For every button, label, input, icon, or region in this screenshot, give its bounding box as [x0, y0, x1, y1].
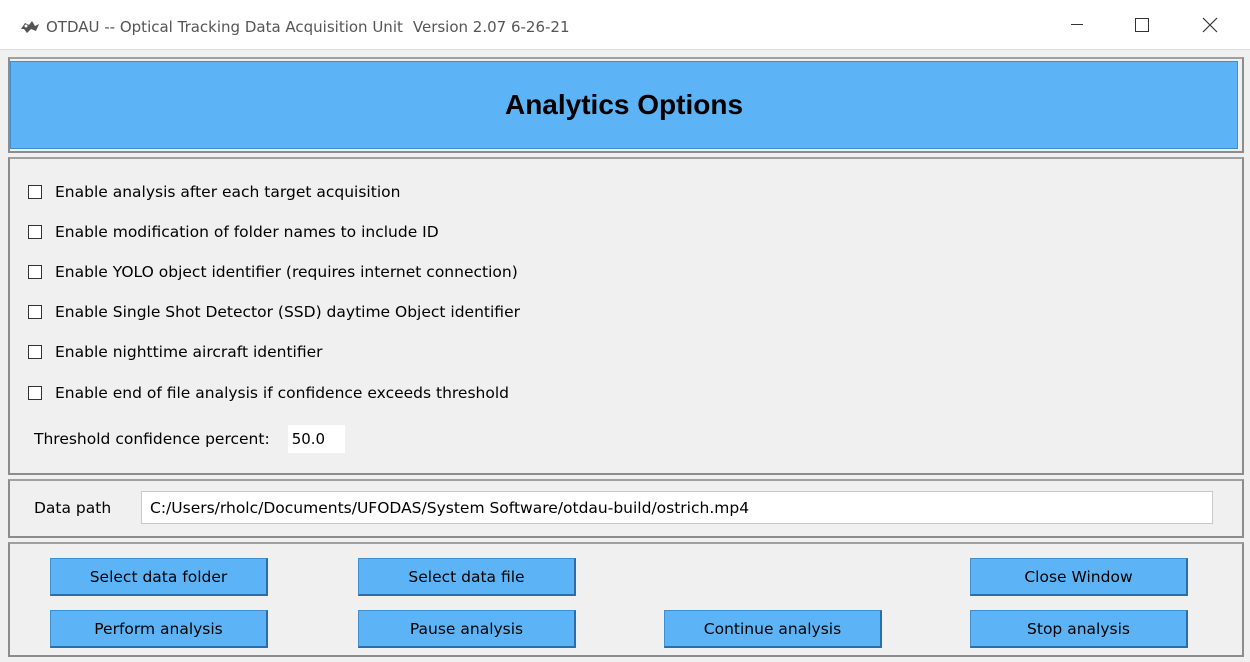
checkbox[interactable]: [28, 265, 42, 279]
checkbox[interactable]: [28, 386, 42, 400]
option-label: Enable Single Shot Detector (SSD) daytim…: [55, 303, 520, 321]
option-label: Enable nighttime aircraft identifier: [55, 343, 323, 361]
checkbox[interactable]: [28, 225, 42, 239]
window-version: Version 2.07 6-26-21: [412, 18, 570, 36]
close-icon: [1202, 17, 1218, 33]
header-banner: Analytics Options: [10, 61, 1238, 149]
app-icon: [20, 20, 40, 34]
minimize-icon: [1071, 24, 1083, 25]
option-nighttime-identifier[interactable]: Enable nighttime aircraft identifier: [28, 342, 323, 362]
window-title-text: OTDAU -- Optical Tracking Data Acquisiti…: [46, 18, 403, 36]
stop-analysis-button[interactable]: Stop analysis: [970, 610, 1188, 648]
minimize-button[interactable]: [1047, 0, 1107, 50]
checkbox[interactable]: [28, 305, 42, 319]
option-label: Enable YOLO object identifier (requires …: [55, 263, 518, 281]
threshold-row: Threshold confidence percent:: [34, 425, 345, 453]
close-button[interactable]: [1180, 0, 1240, 50]
option-label: Enable analysis after each target acquis…: [55, 183, 401, 201]
continue-analysis-button[interactable]: Continue analysis: [664, 610, 882, 648]
option-yolo-identifier[interactable]: Enable YOLO object identifier (requires …: [28, 262, 518, 282]
threshold-input[interactable]: [287, 425, 345, 453]
maximize-button[interactable]: [1112, 0, 1172, 50]
option-modify-folder-names[interactable]: Enable modification of folder names to i…: [28, 222, 439, 242]
title-bar: OTDAU -- Optical Tracking Data Acquisiti…: [0, 0, 1250, 50]
option-label: Enable end of file analysis if confidenc…: [55, 384, 509, 402]
data-path-input[interactable]: [141, 491, 1213, 524]
threshold-label: Threshold confidence percent:: [34, 430, 270, 448]
page-title: Analytics Options: [504, 89, 744, 120]
option-label: Enable modification of folder names to i…: [55, 223, 439, 241]
checkbox[interactable]: [28, 185, 42, 199]
pause-analysis-button[interactable]: Pause analysis: [358, 610, 576, 648]
perform-analysis-button[interactable]: Perform analysis: [50, 610, 268, 648]
option-ssd-identifier[interactable]: Enable Single Shot Detector (SSD) daytim…: [28, 302, 520, 322]
option-end-of-file-analysis[interactable]: Enable end of file analysis if confidenc…: [28, 383, 509, 403]
select-data-file-button[interactable]: Select data file: [358, 558, 576, 596]
checkbox[interactable]: [28, 345, 42, 359]
window-title: OTDAU -- Optical Tracking Data Acquisiti…: [46, 18, 570, 36]
close-window-button[interactable]: Close Window: [970, 558, 1188, 596]
option-analysis-after-acquisition[interactable]: Enable analysis after each target acquis…: [28, 182, 400, 202]
maximize-icon: [1135, 18, 1149, 32]
select-data-folder-button[interactable]: Select data folder: [50, 558, 268, 596]
data-path-label: Data path: [34, 499, 112, 517]
